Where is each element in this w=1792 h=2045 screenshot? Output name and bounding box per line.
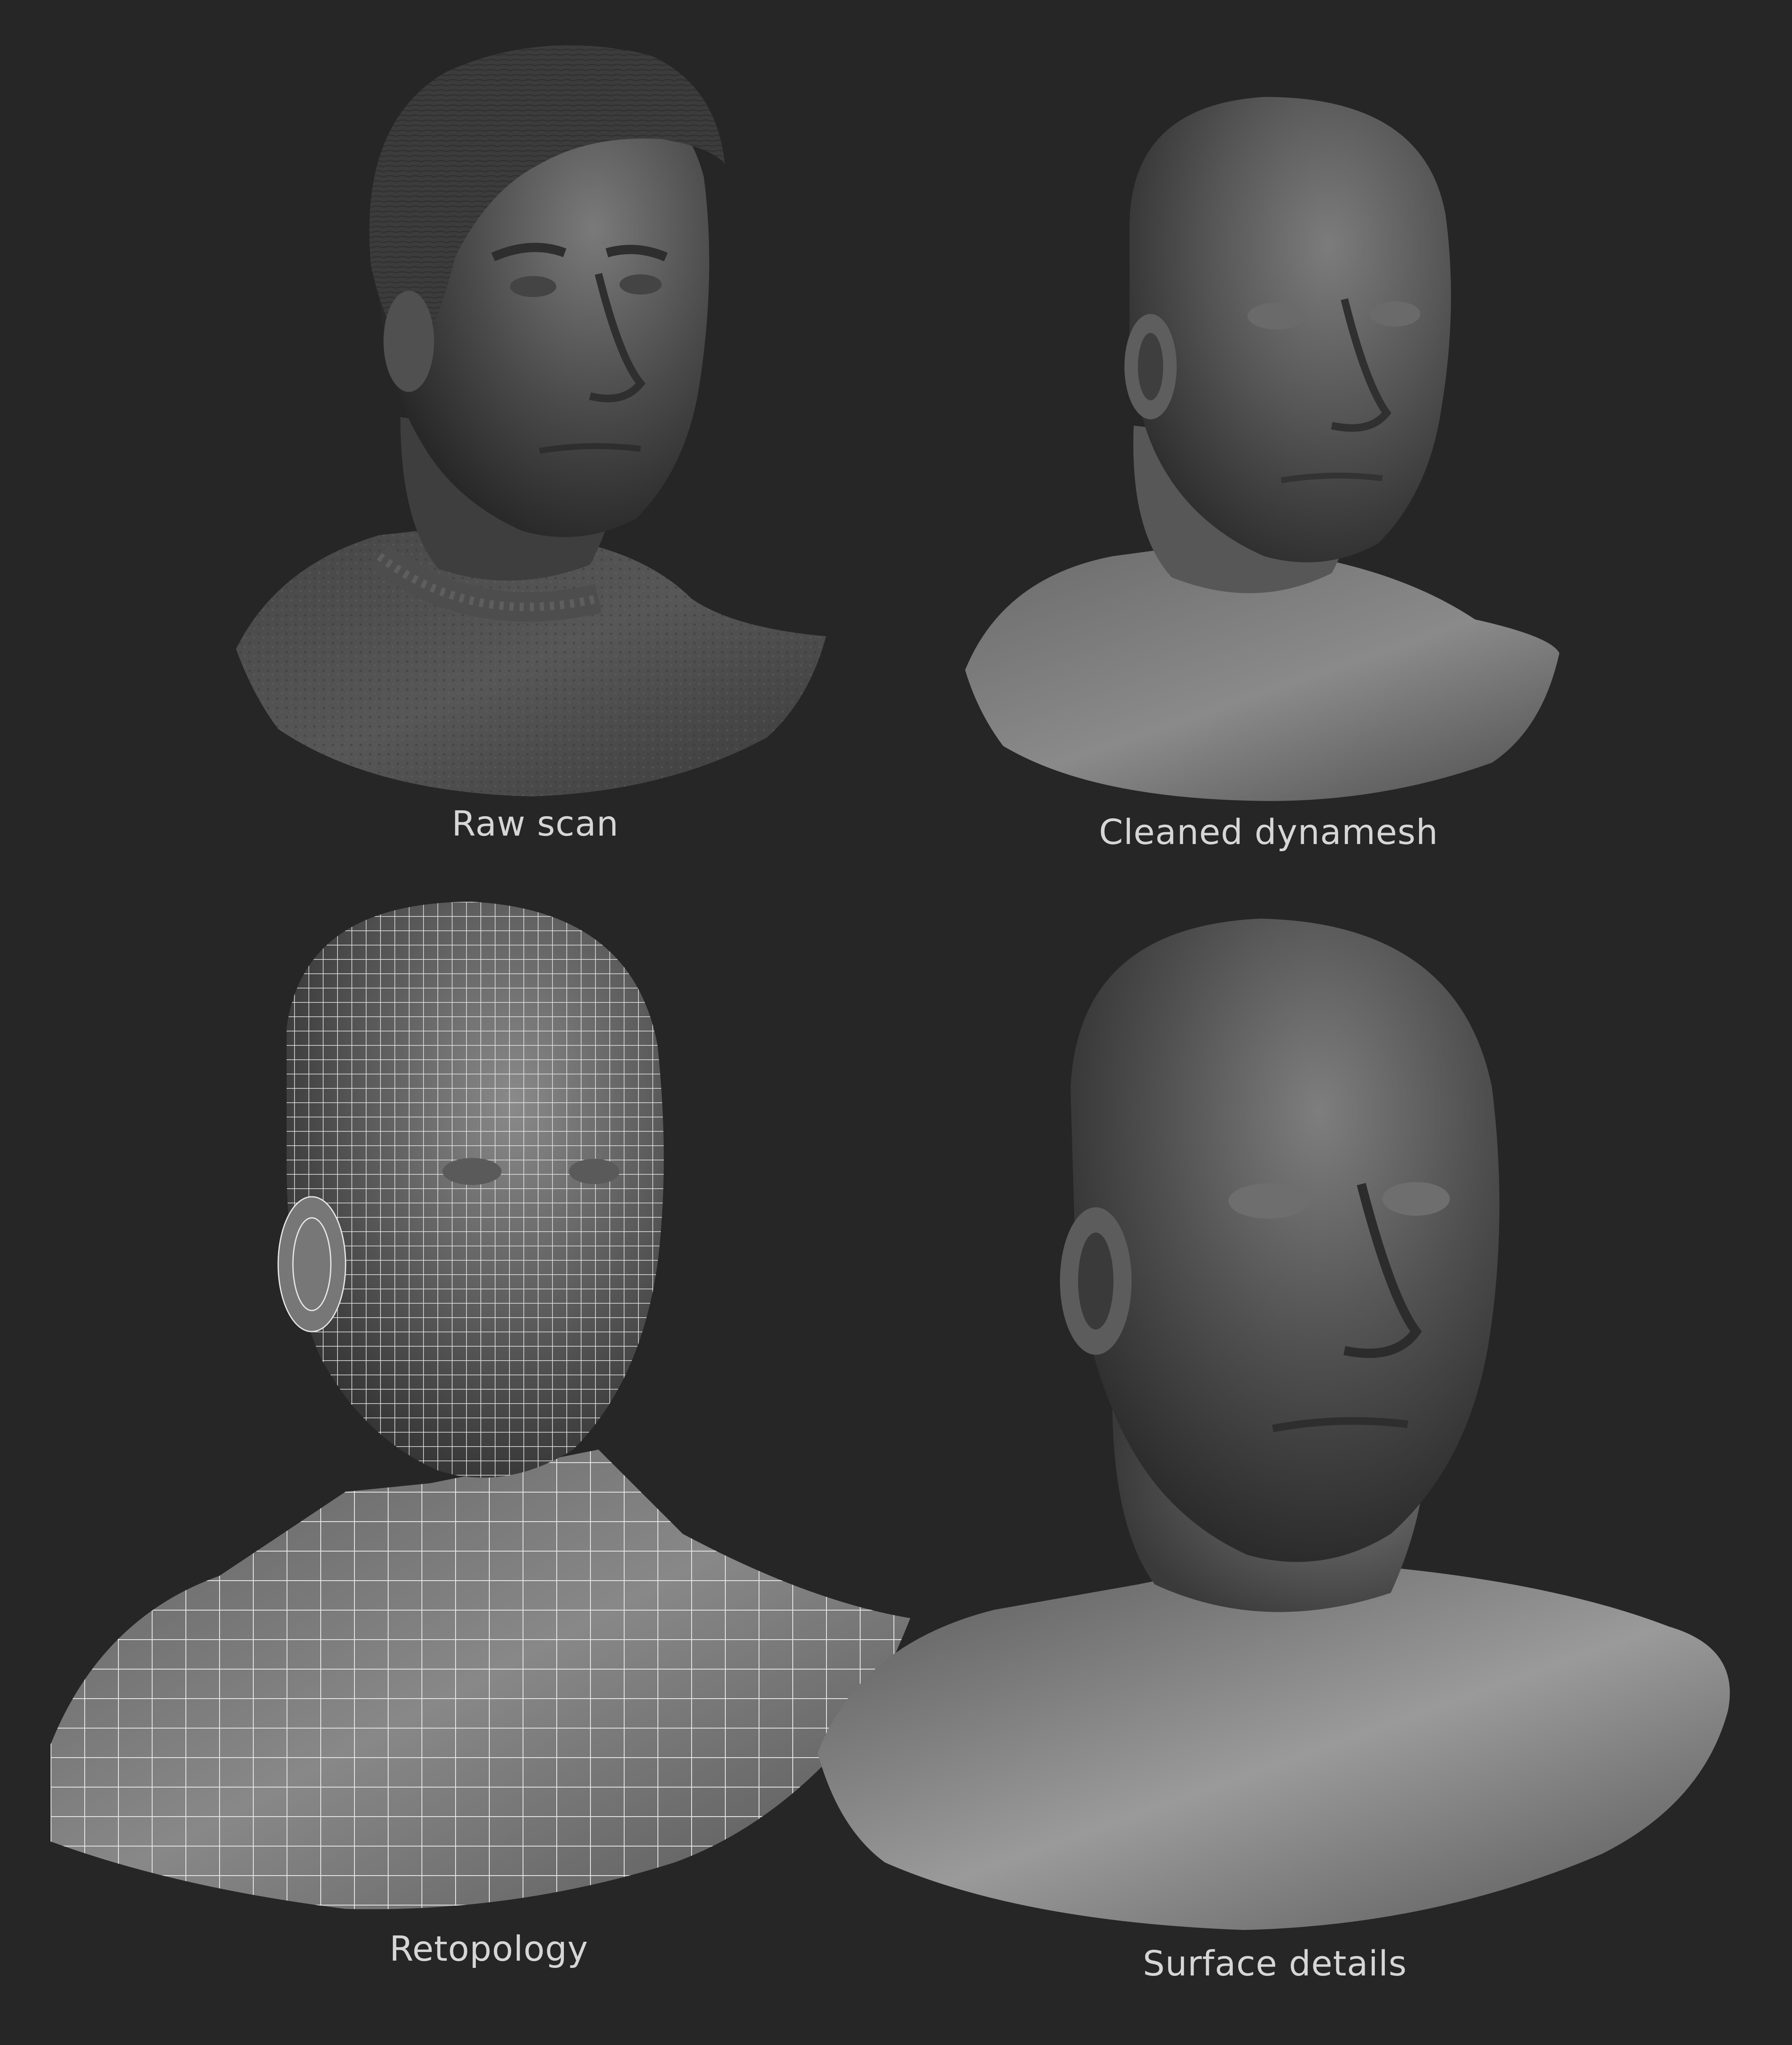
panel-raw-scan: Raw scan xyxy=(219,38,851,889)
panel-surface-details: Surface details xyxy=(801,910,1749,2040)
retopology-wireframe-render xyxy=(51,902,910,1909)
panel-cleaned-dynamesh: Cleaned dynamesh xyxy=(952,88,1585,889)
panel-retopology: Retopology xyxy=(51,902,927,2040)
raw-scan-bust-render xyxy=(236,45,826,796)
surface-details-bust-render xyxy=(818,919,1730,1930)
dynamesh-bust-render xyxy=(965,97,1559,801)
caption-retopology: Retopology xyxy=(389,1929,588,1969)
caption-cleaned-dynamesh: Cleaned dynamesh xyxy=(1099,812,1438,852)
caption-surface-details: Surface details xyxy=(1143,1944,1407,1984)
caption-raw-scan: Raw scan xyxy=(451,804,619,844)
